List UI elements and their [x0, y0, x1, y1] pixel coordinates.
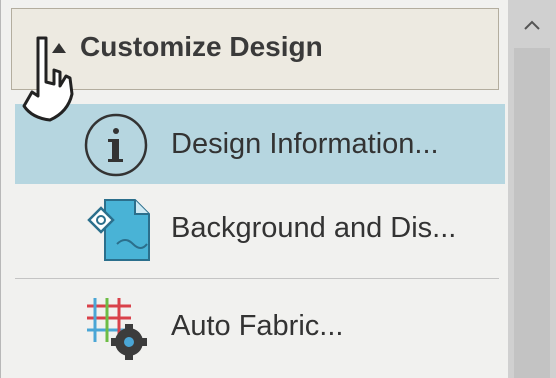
menu-item-background-display[interactable]: Background and Dis... [15, 186, 505, 266]
scroll-track[interactable] [514, 48, 550, 378]
design-information-label: Design Information... [171, 128, 439, 160]
scroll-up-button[interactable] [514, 10, 550, 40]
chevron-up-icon [524, 20, 540, 30]
info-icon [84, 113, 148, 177]
vertical-scrollbar[interactable] [508, 0, 556, 378]
background-display-label: Background and Dis... [171, 212, 457, 244]
hand-cursor-icon [22, 36, 74, 122]
menu-item-auto-fabric[interactable]: Auto Fabric... [15, 286, 505, 366]
auto-fabric-icon [87, 298, 147, 360]
background-display-icon [87, 199, 150, 261]
header-label: Customize Design [80, 31, 323, 62]
auto-fabric-label: Auto Fabric... [171, 310, 344, 342]
section-divider [15, 278, 499, 279]
